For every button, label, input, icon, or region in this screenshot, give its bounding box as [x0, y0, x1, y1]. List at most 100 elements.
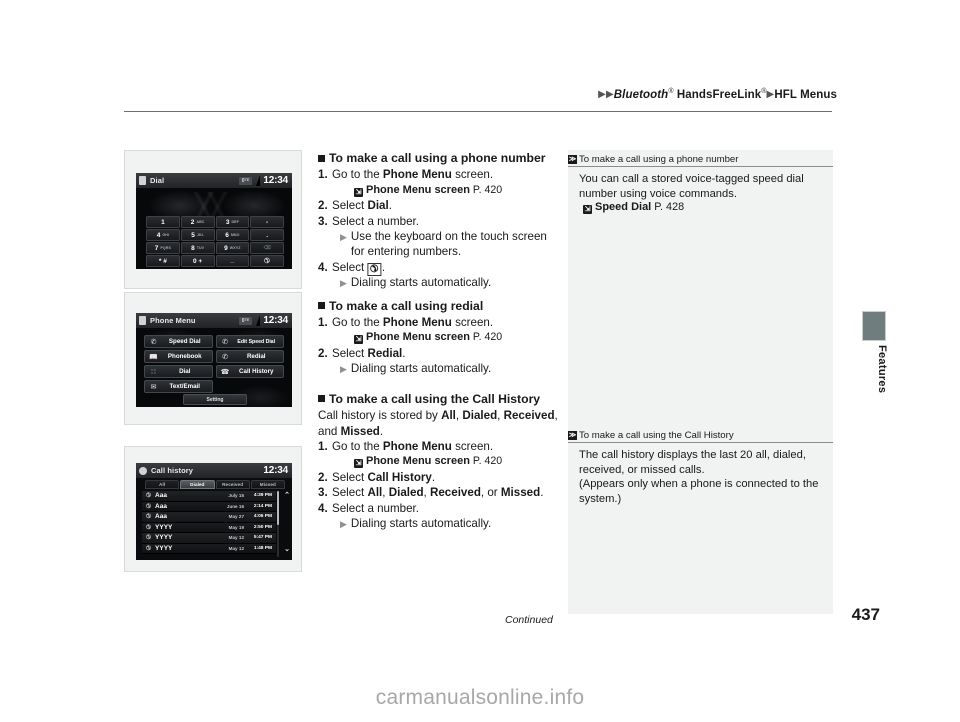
- reference-arrow-icon: ⇲: [354, 187, 363, 197]
- call-history-row[interactable]: ✆ Aaa July 15 4:39 PM: [142, 491, 276, 502]
- keypad-key-[interactable]: .: [250, 229, 284, 241]
- keypad-key-[interactable]: * #: [146, 255, 180, 267]
- step-text-pre: Go to the: [332, 439, 383, 453]
- call-history-row[interactable]: ✆ YYYY May 19 2:50 PM: [142, 522, 276, 533]
- phone-menu-button-grid[interactable]: ✆ Speed Dial ✆ Edit Speed Dial 📖 Phonebook ✆ Re…: [144, 335, 284, 393]
- bullet-square-icon: [318, 154, 325, 162]
- section2-step2-substep: ▶ Dialing starts automatically.: [340, 361, 558, 377]
- setting-button-label: Setting: [206, 396, 224, 403]
- call-history-tab-dialed[interactable]: Dialed: [180, 480, 215, 489]
- keypad-key-1[interactable]: 1: [146, 216, 180, 228]
- watermark: carmanualsonline.info: [375, 686, 585, 709]
- section1-step-1: 1. Go to the Phone Menu screen.: [318, 167, 558, 182]
- call-history-tab-label: Dialed: [190, 482, 205, 487]
- step-text: Select All, Dialed, Received, or Missed.: [332, 485, 558, 500]
- keypad-key-digit: 7: [154, 244, 159, 252]
- keypad-key-letters: MNO: [230, 233, 240, 237]
- keypad-key-0[interactable]: 0 +: [180, 255, 215, 267]
- keypad-key-6[interactable]: 6 MNO: [215, 229, 250, 241]
- keypad-key-2[interactable]: 2 ABC: [180, 216, 215, 228]
- reference-label: Phone Menu screen: [366, 455, 470, 468]
- phone-menu-button-redial[interactable]: ✆ Redial: [215, 350, 284, 363]
- bullet-square-icon: [318, 302, 325, 310]
- keypad-key-letters: DEF: [231, 220, 239, 224]
- scroll-up-icon[interactable]: ⌃: [284, 492, 290, 499]
- keypad-key-digit: 5: [191, 231, 195, 239]
- keypad-key-5[interactable]: 5 JKL: [180, 229, 215, 241]
- call-history-tab-all[interactable]: All: [145, 480, 180, 489]
- phone-menu-button-text-email[interactable]: ✉ Text/Email: [144, 380, 213, 393]
- call-history-contact-name: Aaa: [155, 513, 167, 521]
- reference-page: P. 428: [654, 201, 685, 214]
- note-phone-number: ≫ To make a call using a phone number You…: [568, 154, 833, 215]
- call-history-row[interactable]: ✆ YYYY May 12 1:48 PM: [142, 543, 276, 554]
- call-key-icon: ✆: [367, 262, 382, 276]
- outgoing-call-icon: ✆: [146, 524, 152, 531]
- phone-menu-button-edit-speed-dial[interactable]: ✆ Edit Speed Dial: [215, 335, 284, 348]
- call-history-tab-bar[interactable]: All Dialed Received Missed: [145, 480, 285, 489]
- keypad-key-[interactable]: -: [250, 216, 284, 228]
- keypad-key-4[interactable]: 4 GHI: [146, 229, 180, 241]
- scrollbar-thumb[interactable]: [276, 491, 279, 525]
- call-history-row[interactable]: ✆ Aaa May 27 4:06 PM: [142, 512, 276, 523]
- breadcrumb-item1-superscript: ®: [668, 88, 674, 95]
- keypad-key-letters: WXYZ: [229, 246, 241, 250]
- step-text: Go to the Phone Menu screen.: [332, 315, 558, 330]
- call-history-tab-label: Missed: [259, 482, 276, 487]
- call-history-list[interactable]: ✆ Aaa July 15 4:39 PM ✆ Aaa June 16 2:14 PM ✆ Aaa…: [142, 491, 276, 554]
- call-history-row[interactable]: ✆ YYYY May 12 5:47 PM: [142, 533, 276, 544]
- phone-menu-button-dial[interactable]: ∷ Dial: [144, 365, 213, 378]
- call-history-tab-missed[interactable]: Missed: [250, 480, 285, 489]
- signal-indicator: 0ᵀᴱ: [238, 316, 253, 325]
- dial-keypad[interactable]: 1 2 ABC 3 DEF -4 GHI 5 JKL 6 MNO. 7 PQRS 8 TUV 9 WXYZ ⌫ * …: [146, 216, 284, 267]
- device-screen-dial: Dial 0ᵀᴱ 12:34 1 2 ABC 3 DEF -4 GHI 5 JKL 6 MNO. 7 P…: [136, 173, 292, 269]
- triangle-bullet-icon: ▶: [340, 518, 347, 529]
- step-text-post: .: [402, 346, 406, 360]
- intro-bold-all: All: [441, 409, 456, 423]
- keypad-key-3[interactable]: 3 DEF: [215, 216, 250, 228]
- phone-menu-button-phonebook[interactable]: 📖 Phonebook: [144, 350, 213, 363]
- back-status-icon: [139, 466, 147, 475]
- phone-menu-button-speed-dial[interactable]: ✆ Speed Dial: [144, 335, 213, 348]
- call-history-date: May 12: [228, 535, 244, 541]
- keypad-key-digit: ⌫: [263, 245, 271, 251]
- keypad-key-8[interactable]: 8 TUV: [180, 242, 215, 254]
- keypad-key-[interactable]: ⌫: [250, 242, 284, 254]
- call-history-contact-name: YYYY: [155, 534, 173, 542]
- step-text-bold: Redial: [367, 346, 403, 360]
- intro-post: .: [379, 424, 384, 438]
- phone-speed-icon: ✆: [150, 338, 157, 346]
- note-marker-icon: ≫: [568, 155, 577, 164]
- outgoing-call-icon: ✆: [146, 545, 152, 552]
- keypad-call-button[interactable]: ✆: [250, 255, 284, 267]
- reference-label: Speed Dial: [595, 201, 652, 214]
- phone-menu-button-label: Redial: [246, 353, 266, 360]
- keypad-key-9[interactable]: 9 WXYZ: [215, 242, 250, 254]
- call-history-row[interactable]: ✆ Aaa June 16 2:14 PM: [142, 501, 276, 512]
- call-history-scrollbar[interactable]: [276, 491, 279, 557]
- keypad-space-button[interactable]: _: [215, 255, 250, 267]
- call-history-tab-received[interactable]: Received: [215, 480, 250, 489]
- call-history-tab-label: Received: [222, 482, 244, 487]
- step-text-pre: Select: [332, 470, 368, 484]
- keypad-key-digit: 4: [156, 231, 161, 239]
- call-history-icon: ☎: [220, 368, 230, 376]
- phone-menu-button-call-history[interactable]: ☎ Call History: [215, 365, 284, 378]
- section2-step-2: 2. Select Redial.: [318, 346, 558, 361]
- outgoing-call-icon: ✆: [146, 535, 152, 542]
- keypad-key-7[interactable]: 7 PQRS: [146, 242, 180, 254]
- reference-page: P. 420: [472, 183, 503, 196]
- call-history-time: 4:06 PM: [253, 514, 272, 520]
- call-history-contact-name: Aaa: [155, 492, 167, 500]
- call-history-date: May 27: [228, 514, 244, 520]
- keypad-key-digit: 3: [225, 218, 230, 226]
- keypad-key-digit: * #: [158, 257, 167, 265]
- screenshot-panel-phone-menu: Phone Menu 0ᵀᴱ 12:34 ✆ Speed Dial ✆ Edit Sp…: [124, 292, 302, 425]
- scroll-down-icon[interactable]: ⌄: [284, 546, 290, 553]
- screenshot-panel-dial: Dial 0ᵀᴱ 12:34 1 2 ABC 3 DEF -4 GHI 5 JKL 6 MNO. 7 P…: [124, 150, 302, 289]
- keypad-key-digit: 9: [224, 244, 228, 252]
- step-text-bold: Phone Menu: [382, 439, 452, 453]
- call-history-time: 4:39 PM: [253, 493, 272, 499]
- step-bold-received: Received: [429, 486, 481, 500]
- setting-button[interactable]: Setting: [183, 394, 247, 405]
